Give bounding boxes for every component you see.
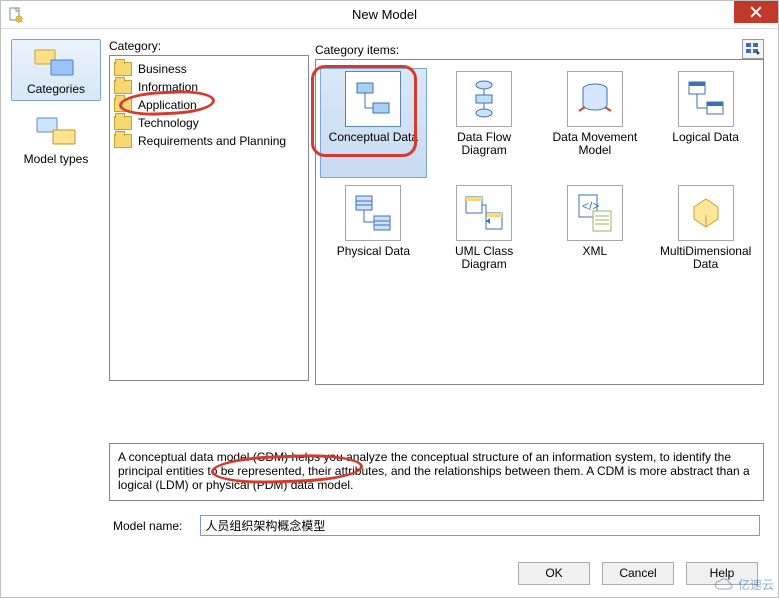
model-name-input[interactable] xyxy=(200,515,760,536)
titlebar: New Model xyxy=(1,1,778,29)
folder-icon xyxy=(114,134,132,148)
data-flow-icon xyxy=(456,71,512,127)
multidimensional-icon xyxy=(678,185,734,241)
uml-class-icon xyxy=(456,185,512,241)
ok-button[interactable]: OK xyxy=(518,562,590,585)
window-title: New Model xyxy=(31,7,778,22)
category-items-grid: Conceptual Data Data Flow Diagram Data M… xyxy=(315,59,764,385)
physical-data-icon xyxy=(345,185,401,241)
categories-icon xyxy=(33,44,79,80)
new-model-dialog: New Model Categories Model types xyxy=(0,0,779,598)
item-data-flow-diagram[interactable]: Data Flow Diagram xyxy=(431,68,538,178)
item-xml[interactable]: </> XML xyxy=(542,182,649,292)
folder-icon xyxy=(114,116,132,130)
description-box: A conceptual data model (CDM) helps you … xyxy=(109,443,764,501)
folder-icon xyxy=(114,62,132,76)
sidebar-item-categories[interactable]: Categories xyxy=(11,39,101,101)
model-types-icon xyxy=(33,114,79,150)
category-item-information[interactable]: Information xyxy=(112,78,306,96)
item-data-movement-model[interactable]: Data Movement Model xyxy=(542,68,649,178)
item-uml-class-diagram[interactable]: UML Class Diagram xyxy=(431,182,538,292)
logical-data-icon xyxy=(678,71,734,127)
xml-icon: </> xyxy=(567,185,623,241)
conceptual-data-icon xyxy=(345,71,401,127)
category-list[interactable]: Business Information Application Technol… xyxy=(109,55,309,381)
category-items-label: Category items: xyxy=(315,43,399,57)
sidebar-item-model-types[interactable]: Model types xyxy=(11,109,101,171)
cancel-button[interactable]: Cancel xyxy=(602,562,674,585)
model-name-label: Model name: xyxy=(113,519,182,533)
help-button[interactable]: Help xyxy=(686,562,758,585)
category-item-technology[interactable]: Technology xyxy=(112,114,306,132)
category-item-application[interactable]: Application xyxy=(112,96,306,114)
category-item-requirements[interactable]: Requirements and Planning xyxy=(112,132,306,150)
item-logical-data[interactable]: Logical Data xyxy=(652,68,759,178)
mode-sidebar: Categories Model types xyxy=(11,39,101,587)
item-multidimensional-data[interactable]: MultiDimensional Data xyxy=(652,182,759,292)
data-movement-icon xyxy=(567,71,623,127)
folder-icon xyxy=(114,80,132,94)
close-icon xyxy=(750,6,762,18)
category-item-business[interactable]: Business xyxy=(112,60,306,78)
folder-icon xyxy=(114,98,132,112)
category-label: Category: xyxy=(109,39,309,53)
item-physical-data[interactable]: Physical Data xyxy=(320,182,427,292)
close-button[interactable] xyxy=(734,1,778,23)
item-conceptual-data[interactable]: Conceptual Data xyxy=(320,68,427,178)
view-mode-button[interactable] xyxy=(742,39,764,59)
grid-view-icon xyxy=(746,43,760,55)
new-document-icon xyxy=(5,5,25,25)
